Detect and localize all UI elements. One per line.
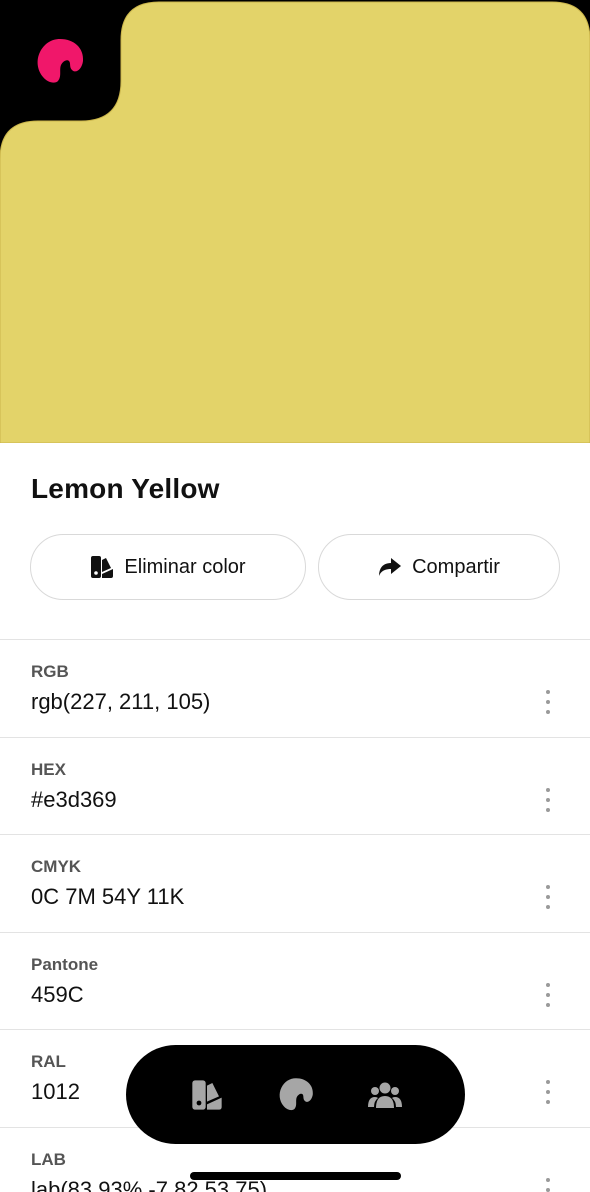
format-row-hex[interactable]: HEX #e3d369 [0,736,590,835]
color-hero [0,0,590,443]
tab-palette[interactable] [272,1071,320,1119]
share-label: Compartir [412,555,500,578]
share-button[interactable]: Compartir [318,534,560,600]
color-name-title: Lemon Yellow [31,473,220,504]
format-value: 1012 [31,1079,80,1105]
format-label: RGB [31,662,69,681]
format-label: Pantone [31,954,99,974]
bottom-tab-bar [126,1045,465,1144]
format-row-cmyk[interactable]: CMYK 0C 7M 54Y 11K [0,834,590,932]
color-swatch [0,1,590,443]
share-arrow-icon [379,558,402,576]
tab-community[interactable] [361,1071,409,1119]
format-row-pantone[interactable]: Pantone 459C [0,931,590,1030]
color-detail-screen: Lemon Yellow Eliminar color Compartir RG… [0,0,590,1192]
format-label: LAB [31,1149,66,1169]
delete-color-label: Eliminar color [124,555,246,578]
swatches-icon [191,1079,222,1110]
palette-icon [279,1077,313,1110]
community-icon [367,1082,402,1108]
format-row-rgb[interactable]: RGB rgb(227, 211, 105) [0,639,590,737]
delete-color-button[interactable]: Eliminar color [30,534,306,600]
more-options-icon[interactable] [542,787,554,812]
format-value: 459C [31,981,84,1007]
tab-swatches[interactable] [183,1071,231,1119]
app-logo-icon[interactable] [34,36,86,88]
format-value: 0C 7M 54Y 11K [31,884,185,910]
format-value: #e3d369 [31,786,117,812]
format-label: RAL [31,1052,66,1072]
home-indicator[interactable] [190,1172,401,1180]
format-label: HEX [31,759,66,779]
more-options-icon[interactable] [542,982,554,1007]
format-label: CMYK [31,857,82,877]
more-options-icon[interactable] [542,1080,554,1105]
more-options-icon[interactable] [542,690,554,714]
format-value: rgb(227, 211, 105) [31,689,211,714]
more-options-icon[interactable] [542,885,554,910]
swatches-icon [91,556,114,578]
more-options-icon[interactable] [542,1177,554,1192]
